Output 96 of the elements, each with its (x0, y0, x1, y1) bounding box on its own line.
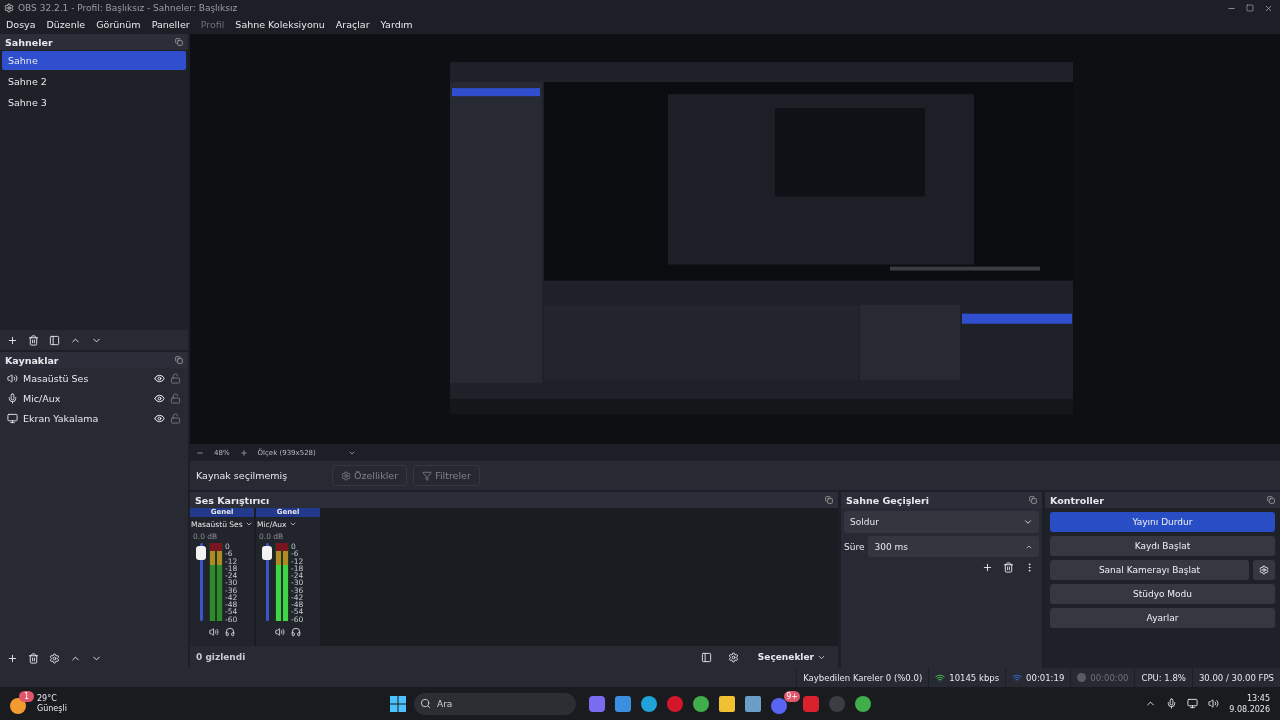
record-icon (1077, 673, 1087, 682)
monitor-icon[interactable] (225, 627, 235, 637)
transition-select[interactable]: Soldur (844, 511, 1039, 533)
notification-badge: 1 (19, 691, 34, 702)
microphone-icon (7, 392, 18, 404)
lock-icon[interactable] (170, 392, 181, 404)
control-button[interactable]: Stüdyo Modu (1050, 584, 1275, 604)
lock-icon[interactable] (170, 412, 181, 424)
trash-icon (1003, 561, 1014, 573)
clock-time: 13:45 (1246, 692, 1270, 704)
caret-icon (244, 520, 253, 528)
hidden-count: 0 gizlendi (196, 652, 247, 662)
menu-item[interactable]: Yardım (380, 19, 413, 30)
scene-item[interactable]: Sahne 2 (2, 72, 186, 91)
control-button[interactable]: Sanal Kamerayı Başlat (1050, 560, 1249, 580)
window-title: OBS 32.2.1 - Profil: Başlıksız - Sahneler: Başlıksız (18, 3, 239, 13)
visibility-icon[interactable] (154, 412, 165, 424)
trash-icon (28, 334, 39, 346)
start-icon[interactable] (390, 695, 406, 712)
undock-icon[interactable] (175, 356, 183, 364)
weather-condition: Güneşli (37, 703, 67, 714)
control-button[interactable]: Kaydı Başlat (1050, 536, 1275, 556)
plus-icon (7, 334, 18, 346)
app-icon[interactable] (589, 695, 605, 712)
undock-icon[interactable] (175, 38, 183, 46)
search-icon (420, 698, 431, 709)
source-label: Mic/Aux (23, 392, 62, 404)
clock-date: 9.08.2026 (1229, 703, 1270, 715)
settings-icon (49, 652, 60, 664)
lock-icon[interactable] (170, 372, 181, 384)
app-icon[interactable] (719, 695, 735, 712)
source-item[interactable]: Mic/Aux (0, 388, 188, 408)
duration-label: Süre (844, 541, 865, 552)
dock-title: Sahne Geçişleri (846, 494, 929, 506)
app-icon[interactable] (615, 695, 631, 712)
scene-item[interactable]: Sahne 3 (2, 93, 186, 112)
app-icon[interactable] (855, 695, 871, 712)
menu-item[interactable]: Dosya (6, 19, 36, 30)
close-icon (1264, 3, 1273, 13)
duration-field[interactable]: 300 ms (868, 536, 1039, 557)
search-field[interactable]: Ara (414, 692, 576, 715)
source-label: Masaüstü Ses (23, 372, 90, 384)
mute-icon[interactable] (275, 627, 285, 637)
stream-icon (1012, 672, 1023, 683)
trash-icon (28, 652, 39, 664)
filter-icon (422, 470, 433, 481)
zoom-in-icon[interactable] (239, 448, 248, 457)
speaker-icon (7, 372, 18, 384)
app-icon[interactable] (641, 695, 657, 712)
dock-title: Kontroller (1050, 494, 1104, 506)
menu-item[interactable]: Sahne Koleksiyonu (235, 19, 325, 30)
control-button[interactable]: Ayarlar (1050, 608, 1275, 628)
source-label: Ekran Yakalama (23, 412, 100, 424)
menu-item[interactable]: Düzenle (46, 19, 86, 30)
options-button[interactable]: Seçenekler (751, 651, 832, 663)
app-icon[interactable] (693, 695, 709, 712)
gear-icon (1259, 565, 1269, 575)
caret-icon (288, 520, 297, 528)
menu-item[interactable]: Paneller (151, 19, 190, 30)
layout-icon (700, 651, 712, 663)
settings-button[interactable] (1253, 560, 1275, 580)
panel-icon (49, 334, 60, 346)
notification-badge: 9+ (784, 691, 800, 702)
source-item[interactable]: Masaüstü Ses (0, 368, 188, 388)
monitor-icon[interactable] (291, 627, 301, 637)
visibility-icon[interactable] (154, 372, 165, 384)
monitor-icon (7, 412, 18, 424)
undock-icon[interactable] (1267, 496, 1275, 504)
source-item[interactable]: Ekran Yakalama (0, 408, 188, 428)
gears-icon (727, 651, 739, 663)
plus-icon (982, 561, 993, 573)
visibility-icon[interactable] (154, 392, 165, 404)
maximize-icon (1246, 4, 1254, 12)
menu-item[interactable]: Araçlar (335, 19, 370, 30)
weather-icon[interactable] (10, 698, 26, 714)
temperature: 29°C (37, 693, 58, 704)
scene-item[interactable]: Sahne (2, 51, 186, 70)
signal-icon (935, 672, 946, 683)
mute-icon[interactable] (209, 627, 219, 637)
gear-icon (341, 470, 351, 481)
control-button[interactable]: Yayını Durdur (1050, 512, 1275, 532)
slider-thumb[interactable] (262, 546, 272, 561)
dock-title: Sahneler (5, 36, 53, 48)
undock-icon[interactable] (1029, 496, 1037, 504)
dock-title: Ses Karıştırıcı (195, 494, 270, 506)
menu-item[interactable]: Görünüm (96, 19, 141, 30)
plus-icon (7, 652, 18, 664)
undock-icon[interactable] (825, 496, 833, 504)
slider-thumb[interactable] (196, 546, 206, 561)
maximize-button[interactable] (1243, 2, 1257, 14)
app-icon[interactable] (745, 695, 761, 712)
no-source-label: Kaynak seçilmemiş (196, 470, 289, 481)
microphone-icon[interactable] (1166, 698, 1178, 709)
volume-icon[interactable] (1208, 698, 1220, 709)
caret-icon (1023, 517, 1033, 527)
dock-title: Kaynaklar (5, 354, 59, 366)
